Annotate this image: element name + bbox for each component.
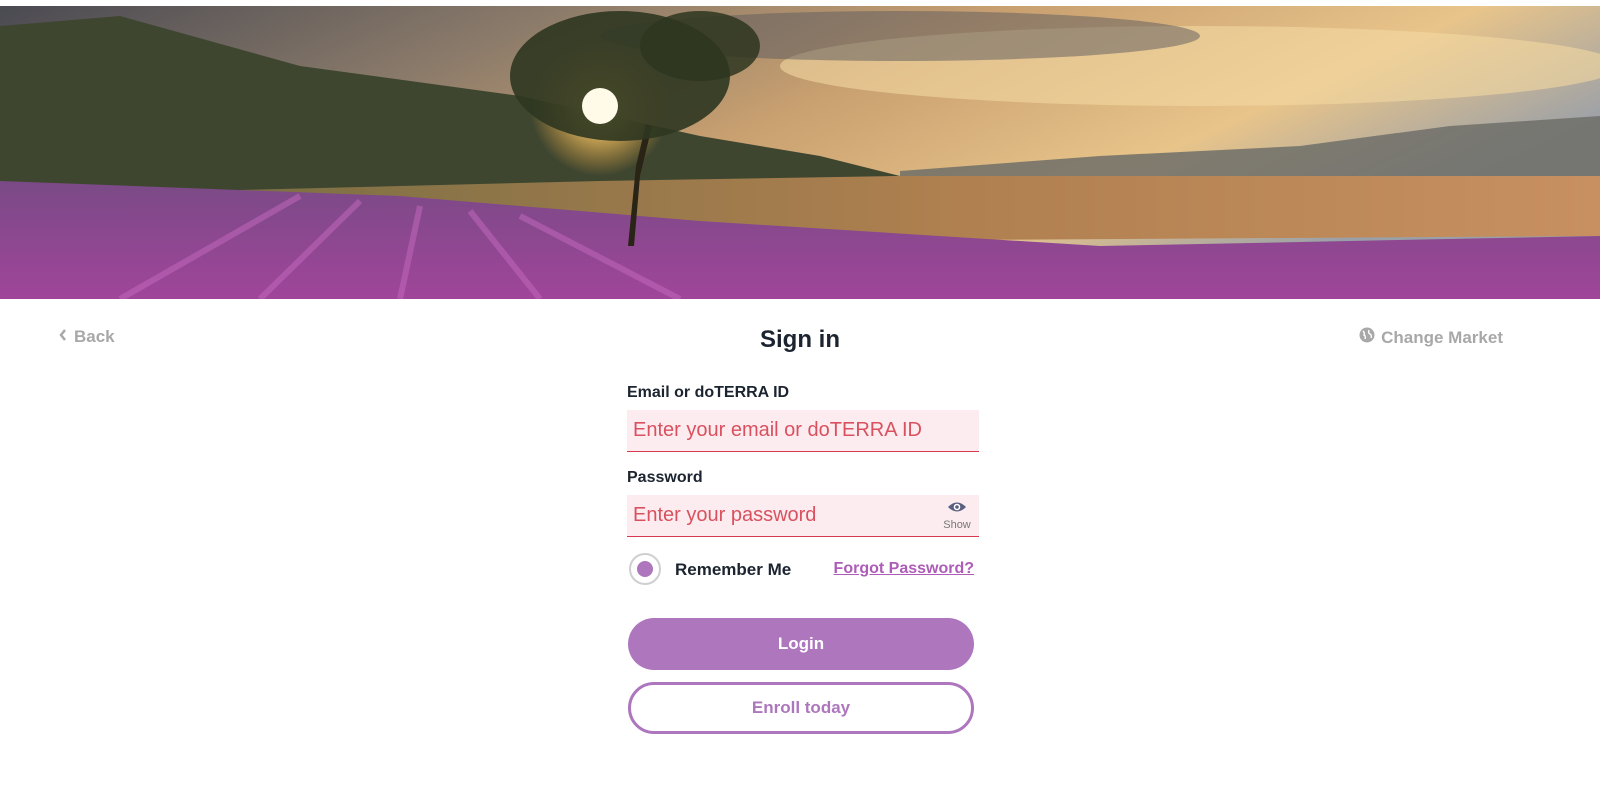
sign-in-form: Email or doTERRA ID Password Show Rememb… — [627, 384, 980, 734]
change-market-link[interactable]: Change Market — [1359, 327, 1503, 348]
password-field-wrapper: Show — [627, 495, 979, 537]
remember-me-selected-dot — [637, 561, 653, 577]
show-password-toggle[interactable]: Show — [941, 500, 973, 531]
hero-banner-image — [0, 6, 1600, 299]
password-field[interactable] — [627, 495, 979, 536]
password-label: Password — [627, 469, 703, 486]
forgot-password-link[interactable]: Forgot Password? — [834, 560, 974, 578]
show-password-label: Show — [943, 519, 971, 531]
lavender-field-image — [0, 6, 1600, 299]
email-field[interactable] — [627, 410, 979, 451]
email-label: Email or doTERRA ID — [627, 384, 790, 401]
globe-icon — [1359, 327, 1375, 348]
enroll-today-button[interactable]: Enroll today — [628, 682, 974, 734]
remember-me-label: Remember Me — [675, 560, 792, 579]
login-button[interactable]: Login — [628, 618, 974, 670]
eye-icon — [947, 501, 967, 518]
remember-row: Remember Me Forgot Password? — [627, 551, 980, 591]
change-market-label: Change Market — [1381, 327, 1503, 347]
remember-me-toggle[interactable] — [629, 553, 661, 585]
email-field-wrapper — [627, 410, 979, 452]
